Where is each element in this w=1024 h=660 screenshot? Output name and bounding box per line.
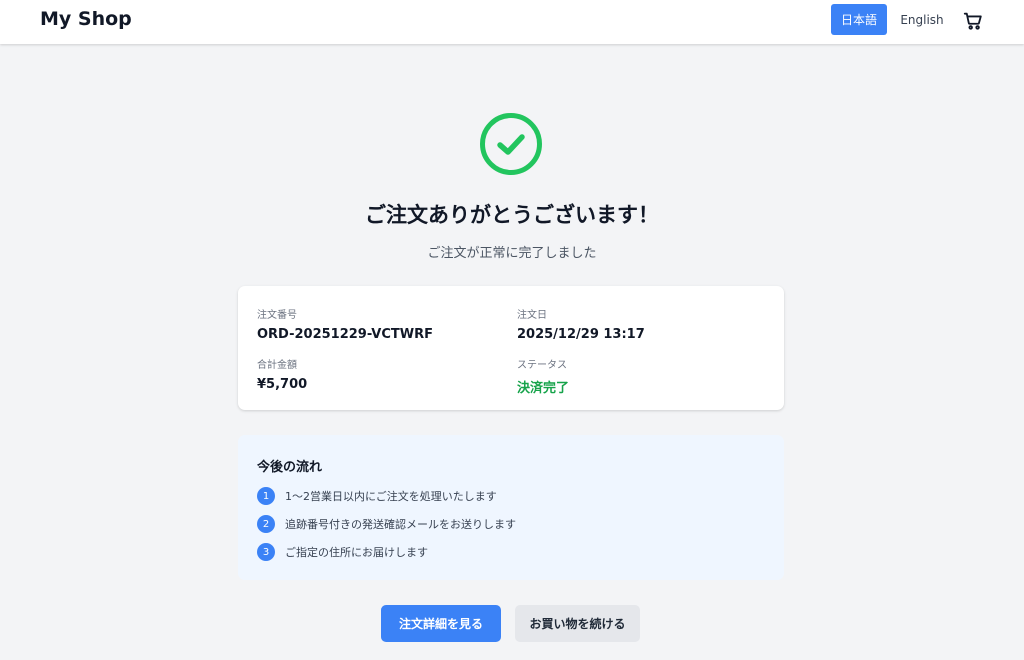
step-text: 1〜2営業日以内にご注文を処理いたします [285,490,497,503]
continue-shopping-button[interactable]: お買い物を続ける [515,605,640,642]
lang-english-button[interactable]: English [897,4,947,35]
order-date-label: 注文日 [517,310,547,321]
lang-japanese-button[interactable]: 日本語 [831,4,887,35]
page-title: ご注文ありがとうございます！ [365,203,659,227]
order-total-label: 合計金額 [257,360,297,371]
order-summary-card: 注文番号 ORD-20251229-VCTWRF 注文日 2025/12/29 … [238,286,784,410]
page-subtitle: ご注文が正常に完了しました [427,246,597,261]
next-steps-panel: 今後の流れ 1 1〜2営業日以内にご注文を処理いたします 2 追跡番号付きの発送… [238,435,784,580]
step-item: 2 追跡番号付きの発送確認メールをお送りします [257,514,516,534]
shop-logo[interactable]: My Shop [40,8,132,30]
step-number: 3 [257,543,275,561]
order-total-field: 合計金額 ¥5,700 [257,356,307,392]
order-date-field: 注文日 2025/12/29 13:17 [517,306,645,342]
order-date-value: 2025/12/29 13:17 [517,327,645,342]
view-order-details-button[interactable]: 注文詳細を見る [381,605,501,642]
step-item: 3 ご指定の住所にお届けします [257,542,428,562]
order-total-value: ¥5,700 [257,377,308,392]
check-circle-icon [479,112,543,176]
step-text: 追跡番号付きの発送確認メールをお送りします [285,518,516,531]
next-steps-title: 今後の流れ [257,460,323,475]
order-number-field: 注文番号 ORD-20251229-VCTWRF [257,306,433,342]
step-item: 1 1〜2営業日以内にご注文を処理いたします [257,486,497,506]
step-text: ご指定の住所にお届けします [285,546,428,559]
order-number-value: ORD-20251229-VCTWRF [257,327,434,342]
order-status-field: ステータス 決済完了 [517,356,569,396]
status-badge: 決済完了 [517,381,570,396]
step-number: 2 [257,515,275,533]
step-number: 1 [257,487,275,505]
order-number-label: 注文番号 [257,310,297,321]
order-status-label: ステータス [517,360,567,371]
header: My Shop 日本語 English [0,0,1024,44]
cart-icon[interactable] [962,10,984,32]
